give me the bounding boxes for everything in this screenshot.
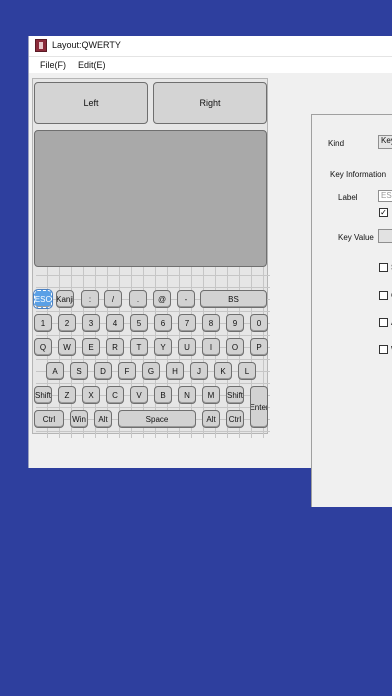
key-i-2-7[interactable]: I: [202, 338, 220, 356]
key-5-1-4[interactable]: 5: [130, 314, 148, 332]
key-d-3-2[interactable]: D: [94, 362, 112, 380]
key-alt-5-4[interactable]: Alt: [202, 410, 220, 428]
key-0-1-9[interactable]: 0: [250, 314, 268, 332]
key-y-2-5[interactable]: Y: [154, 338, 172, 356]
key-9-1-8[interactable]: 9: [226, 314, 244, 332]
key-value-label: Key Value: [338, 233, 374, 242]
key-o-2-8[interactable]: O: [226, 338, 244, 356]
key-k-3-7[interactable]: K: [214, 362, 232, 380]
key-p-2-9[interactable]: P: [250, 338, 268, 356]
key-h-3-5[interactable]: H: [166, 362, 184, 380]
key-b-4-5[interactable]: B: [154, 386, 172, 404]
key-x-4-2[interactable]: X: [82, 386, 100, 404]
key-7-1-6[interactable]: 7: [178, 314, 196, 332]
key-kanji-0-1[interactable]: Kanji: [56, 290, 74, 308]
key-n-4-6[interactable]: N: [178, 386, 196, 404]
key-8-1-7[interactable]: 8: [202, 314, 220, 332]
key--0-5[interactable]: @: [153, 290, 171, 308]
key-shift-4-0[interactable]: Shift: [34, 386, 52, 404]
key-u-2-6[interactable]: U: [178, 338, 196, 356]
key-t-2-4[interactable]: T: [130, 338, 148, 356]
key--0-4[interactable]: .: [129, 290, 147, 308]
label-caption: Label: [338, 193, 358, 202]
key-win-5-1[interactable]: Win: [70, 410, 88, 428]
key-r-2-3[interactable]: R: [106, 338, 124, 356]
window-title: Layout:QWERTY: [52, 40, 121, 50]
visible-checkbox[interactable]: ✓: [379, 208, 388, 217]
client-area: Left Right ESC Kanji: /. @ - BS 1 2 3 4 5 6 7 8 9 0 Q W E R…: [29, 74, 392, 507]
key-alt-5-2[interactable]: Alt: [94, 410, 112, 428]
key-m-4-7[interactable]: M: [202, 386, 220, 404]
label-input[interactable]: ESC: [378, 190, 392, 202]
key-ctrl-5-0[interactable]: Ctrl: [34, 410, 64, 428]
key-esc-0-0[interactable]: ESC: [33, 289, 53, 309]
key-v-4-4[interactable]: V: [130, 386, 148, 404]
key-j-3-6[interactable]: J: [190, 362, 208, 380]
key-q-2-0[interactable]: Q: [34, 338, 52, 356]
key-e-2-2[interactable]: E: [82, 338, 100, 356]
key-l-3-8[interactable]: L: [238, 362, 256, 380]
key-4-1-3[interactable]: 4: [106, 314, 124, 332]
key-f-3-3[interactable]: F: [118, 362, 136, 380]
title-bar: Layout:QWERTY: [29, 36, 392, 57]
key-z-4-1[interactable]: Z: [58, 386, 76, 404]
key-value-input[interactable]: [378, 229, 392, 243]
key-1-1-0[interactable]: 1: [34, 314, 52, 332]
menu-edit[interactable]: Edit(E): [78, 60, 106, 70]
key-c-4-3[interactable]: C: [106, 386, 124, 404]
kind-select[interactable]: Key: [378, 135, 392, 149]
key-g-3-4[interactable]: G: [142, 362, 160, 380]
app-icon: [35, 39, 47, 52]
key-enter[interactable]: Enter: [250, 386, 268, 428]
key-information-group: Key Information: [330, 170, 387, 179]
property-panel: Kind Key Key Information Label ESC ✓ Key…: [311, 114, 392, 507]
touchpad-area[interactable]: [34, 130, 267, 267]
key-3-1-2[interactable]: 3: [82, 314, 100, 332]
right-button[interactable]: Right: [153, 82, 267, 124]
key--0-6[interactable]: -: [177, 290, 195, 308]
key-s-3-1[interactable]: S: [70, 362, 88, 380]
keyboard-canvas: Left Right ESC Kanji: /. @ - BS 1 2 3 4 5 6 7 8 9 0 Q W E R…: [32, 78, 270, 438]
key-w-2-1[interactable]: W: [58, 338, 76, 356]
modifier-checkbox-c[interactable]: [379, 291, 388, 300]
key-space-5-3[interactable]: Space: [118, 410, 196, 428]
key-bs-0-7[interactable]: BS: [200, 290, 267, 308]
modifier-checkbox-s[interactable]: [379, 263, 388, 272]
left-button[interactable]: Left: [34, 82, 148, 124]
menu-bar: File(F) Edit(E): [29, 57, 392, 73]
key-2-1-1[interactable]: 2: [58, 314, 76, 332]
key-shift-4-8[interactable]: Shift: [226, 386, 244, 404]
key-ctrl-5-5[interactable]: Ctrl: [226, 410, 244, 428]
kind-label: Kind: [328, 139, 345, 148]
modifier-checkbox-w[interactable]: [379, 345, 388, 354]
menu-file[interactable]: File(F): [40, 60, 66, 70]
key-6-1-5[interactable]: 6: [154, 314, 172, 332]
key--0-2[interactable]: :: [81, 290, 99, 308]
modifier-checkbox-a[interactable]: [379, 318, 388, 327]
app-window: Layout:QWERTY File(F) Edit(E) Left Right…: [28, 36, 392, 507]
key--0-3[interactable]: /: [104, 290, 122, 308]
key-a-3-0[interactable]: A: [46, 362, 64, 380]
